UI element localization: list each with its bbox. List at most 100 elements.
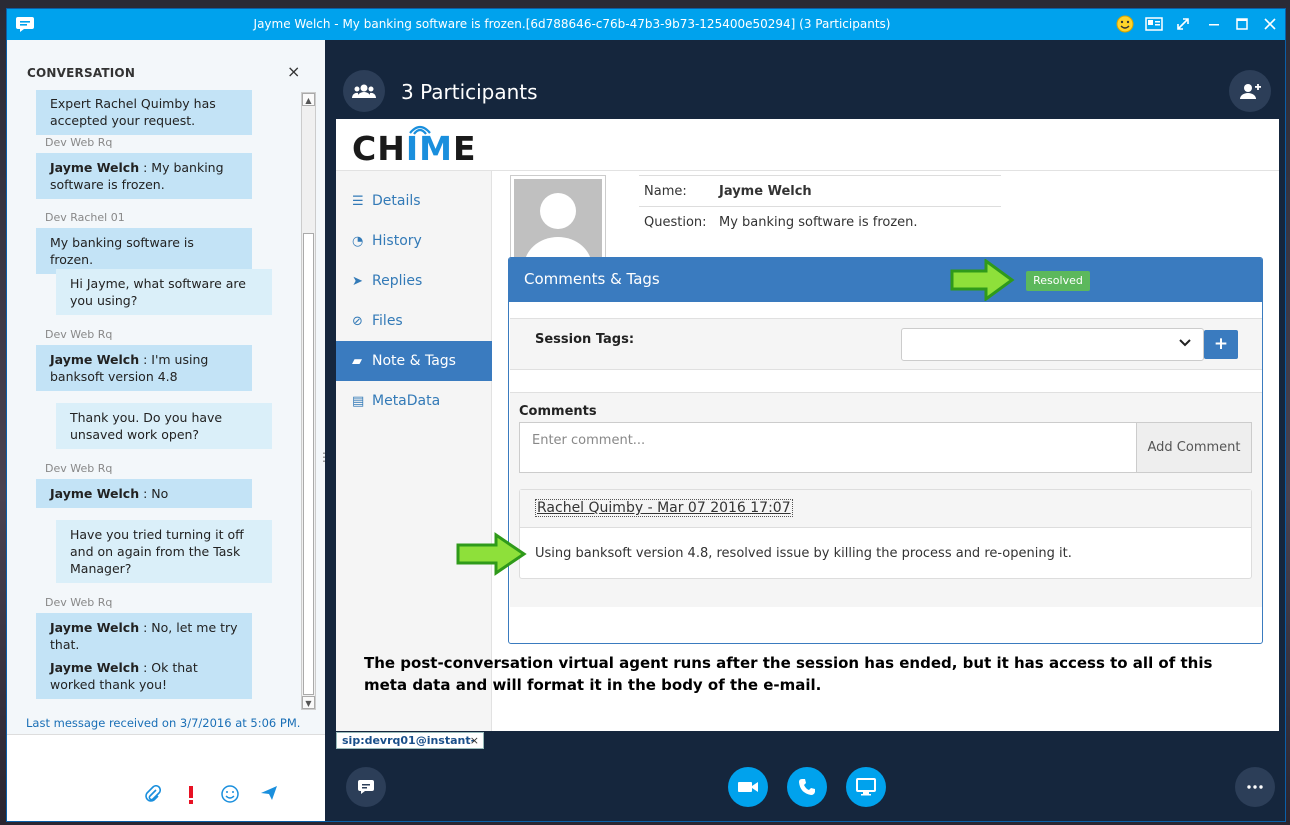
message-sender: Dev Web Rq bbox=[45, 328, 113, 341]
send-icon: ➤ bbox=[352, 273, 363, 289]
annotation-arrow-icon bbox=[456, 532, 527, 576]
message-text: Thank you. Do you have unsaved work open… bbox=[70, 410, 223, 442]
close-window-button[interactable] bbox=[1257, 13, 1283, 35]
last-message-status: Last message received on 3/7/2016 at 5:0… bbox=[26, 716, 301, 730]
emoticon-picker-icon[interactable] bbox=[221, 785, 239, 808]
add-tag-button[interactable]: + bbox=[1204, 330, 1238, 359]
message-bubble: Jayme Welch : No bbox=[36, 479, 252, 508]
participants-title: 3 Participants bbox=[401, 80, 538, 104]
chime-logo-waves-icon bbox=[409, 125, 431, 135]
pop-out-icon[interactable] bbox=[1170, 13, 1196, 35]
message-text: Expert Rachel Quimby has accepted your r… bbox=[50, 96, 216, 128]
message-author: Jayme Welch bbox=[50, 352, 140, 367]
message-sender: Dev Web Rq bbox=[45, 596, 113, 609]
message-sender: Dev Rachel 01 bbox=[45, 211, 125, 224]
skype-conversation-window: Jayme Welch - My banking software is fro… bbox=[6, 8, 1286, 822]
message-bubble: Jayme Welch : No, let me try that. Jayme… bbox=[36, 613, 252, 699]
emoticon-icon[interactable] bbox=[1112, 13, 1138, 35]
user-name: Jayme Welch bbox=[719, 183, 812, 199]
more-options-icon[interactable] bbox=[1235, 767, 1275, 807]
add-comment-button[interactable]: Add Comment bbox=[1136, 422, 1252, 473]
info-row-question: Question: My banking software is frozen. bbox=[639, 206, 1001, 237]
message-bubble: Expert Rachel Quimby has accepted your r… bbox=[36, 90, 252, 135]
user-question: My banking software is frozen. bbox=[719, 214, 918, 230]
session-tags-label: Session Tags: bbox=[535, 332, 635, 347]
window-title: Jayme Welch - My banking software is fro… bbox=[253, 17, 891, 31]
nav-item-details[interactable]: ☰ Details bbox=[336, 181, 492, 221]
message-author: Jayme Welch bbox=[50, 486, 140, 501]
comment-card: Rachel Quimby - Mar 07 2016 17:07 Using … bbox=[519, 489, 1252, 579]
nav-item-note-tags[interactable]: ▰ Note & Tags bbox=[336, 341, 492, 381]
add-participant-icon[interactable] bbox=[1229, 70, 1271, 112]
send-icon[interactable] bbox=[260, 785, 278, 806]
conversation-panel: CONVERSATION × Expert Rachel Quimby has … bbox=[7, 40, 330, 821]
skype-app-icon bbox=[16, 17, 34, 32]
paperclip-icon: ⊘ bbox=[352, 313, 363, 329]
comments-box: Comments Enter comment... Add Comment Ra… bbox=[510, 392, 1262, 607]
scroll-up-arrow-icon[interactable]: ▲ bbox=[302, 93, 315, 106]
message-author: Jayme Welch bbox=[50, 160, 140, 175]
message-text: Hi Jayme, what software are you using? bbox=[70, 276, 246, 308]
screen-share-icon[interactable] bbox=[846, 767, 886, 807]
maximize-button[interactable] bbox=[1229, 13, 1255, 35]
message-text: : No bbox=[139, 486, 169, 501]
chevron-down-icon bbox=[1179, 336, 1191, 351]
comments-label: Comments bbox=[519, 404, 597, 419]
conversation-scrollbar[interactable]: ▲ ▼ bbox=[301, 92, 316, 710]
message-author: Jayme Welch bbox=[50, 620, 140, 635]
message-text: Have you tried turning it off and on aga… bbox=[70, 527, 244, 576]
comments-tags-panel: Comments & Tags Resolved Session Tags: +… bbox=[508, 257, 1263, 644]
panel-splitter-handle[interactable]: ⋮ bbox=[318, 450, 330, 474]
message-sender: Dev Web Rq bbox=[45, 462, 113, 475]
message-sender: Dev Web Rq bbox=[45, 136, 113, 149]
sip-address-tab[interactable]: sip:devrq01@instant- × bbox=[336, 732, 484, 749]
message-bubble: Jayme Welch : I'm using banksoft version… bbox=[36, 345, 252, 391]
session-tags-select[interactable] bbox=[901, 328, 1204, 361]
scrollbar-thumb[interactable] bbox=[303, 233, 314, 695]
info-row-name: Name: Jayme Welch bbox=[639, 175, 1001, 206]
comment-author-link[interactable]: Rachel Quimby - Mar 07 2016 17:07 bbox=[535, 499, 793, 517]
title-bar: Jayme Welch - My banking software is fro… bbox=[7, 9, 1285, 40]
compose-area[interactable] bbox=[7, 734, 325, 821]
comment-body: Using banksoft version 4.8, resolved iss… bbox=[535, 546, 1072, 561]
contact-card-icon[interactable] bbox=[1141, 13, 1167, 35]
paperclip-icon[interactable] bbox=[145, 784, 162, 808]
message-bubble: Thank you. Do you have unsaved work open… bbox=[56, 403, 272, 449]
scroll-down-arrow-icon[interactable]: ▼ bbox=[302, 696, 315, 709]
message-list: Expert Rachel Quimby has accepted your r… bbox=[15, 90, 295, 700]
audio-call-icon[interactable] bbox=[787, 767, 827, 807]
participants-icon[interactable] bbox=[343, 70, 385, 112]
close-tab-icon[interactable]: × bbox=[470, 733, 479, 748]
high-importance-icon[interactable] bbox=[187, 785, 195, 810]
conversation-heading: CONVERSATION bbox=[27, 66, 136, 80]
comment-header: Rachel Quimby - Mar 07 2016 17:07 bbox=[520, 490, 1251, 528]
close-conversation-button[interactable]: × bbox=[287, 62, 300, 81]
message-bubble: My banking software is frozen. bbox=[36, 228, 252, 274]
message-text: My banking software is frozen. bbox=[50, 235, 194, 267]
panel-title: Comments & Tags bbox=[509, 258, 1262, 302]
message-bubble: Hi Jayme, what software are you using? bbox=[56, 269, 272, 315]
chime-web-panel: CHIME ☰ Details ◔ History ➤ Replies ⊘ Files bbox=[336, 119, 1279, 731]
message-author: Jayme Welch bbox=[50, 660, 140, 675]
table-icon: ▤ bbox=[352, 393, 365, 409]
status-badge: Resolved bbox=[1026, 271, 1090, 291]
video-call-icon[interactable] bbox=[728, 767, 768, 807]
annotation-arrow-icon bbox=[950, 259, 1015, 301]
conversation-stage: 3 Participants CHIME ☰Details ◔History bbox=[325, 40, 1285, 821]
minimize-button[interactable] bbox=[1201, 13, 1227, 35]
annotation-note: The post-conversation virtual agent runs… bbox=[364, 654, 1213, 694]
user-info-table: Name: Jayme Welch Question: My banking s… bbox=[639, 175, 1001, 237]
nav-item-files[interactable]: ⊘ Files bbox=[336, 301, 492, 341]
message-bubble: Have you tried turning it off and on aga… bbox=[56, 520, 272, 583]
comment-input[interactable]: Enter comment... bbox=[519, 422, 1137, 473]
list-icon: ☰ bbox=[352, 193, 364, 209]
comment-icon: ▰ bbox=[352, 353, 362, 369]
nav-item-history[interactable]: ◔ History bbox=[336, 221, 492, 261]
chat-toggle-icon[interactable] bbox=[346, 767, 386, 807]
default-avatar-icon bbox=[524, 193, 592, 267]
history-icon: ◔ bbox=[352, 233, 364, 249]
nav-item-metadata[interactable]: ▤ MetaData bbox=[336, 381, 492, 421]
side-navigation: ☰ Details ◔ History ➤ Replies ⊘ Files ▰ Note … bbox=[336, 171, 492, 731]
nav-item-replies[interactable]: ➤ Replies bbox=[336, 261, 492, 301]
message-bubble: Jayme Welch : My banking software is fro… bbox=[36, 153, 252, 199]
